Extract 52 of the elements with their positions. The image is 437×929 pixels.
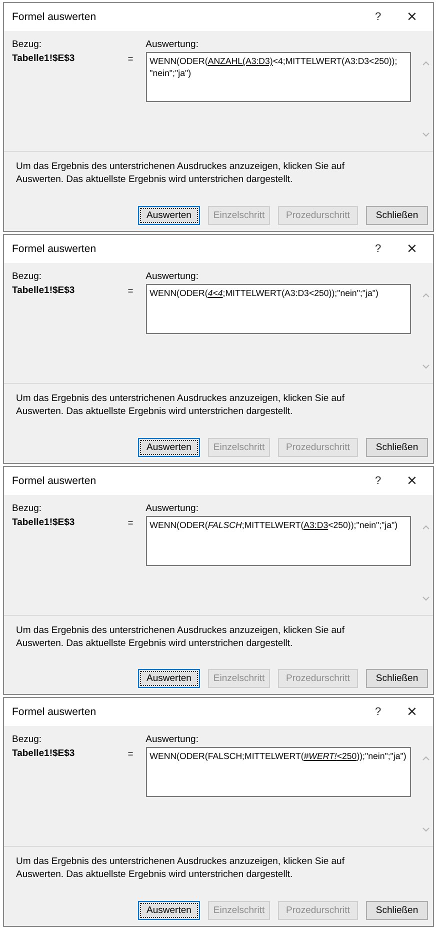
reference-value: Tabelle1!$E$3 — [12, 748, 76, 760]
dialog-button[interactable]: Auswerten — [138, 901, 200, 920]
dialog-button[interactable]: Schließen — [366, 438, 428, 456]
help-button[interactable]: ? — [361, 236, 395, 262]
help-button[interactable]: ? — [361, 699, 395, 726]
reference-value: Tabelle1!$E$3 — [12, 516, 76, 528]
reference-value: Tabelle1!$E$3 — [12, 284, 76, 296]
scroll-down-icon[interactable] — [422, 827, 430, 832]
window-title: Formel auswerten — [12, 474, 98, 486]
scroll-up-icon[interactable] — [422, 524, 430, 530]
reference-label: Bezug: — [12, 270, 43, 282]
dialog-button[interactable]: Auswerten — [138, 206, 200, 225]
instruction-text: Um das Ergebnis des unterstrichenen Ausdruckes anzuzeigen, klicken Sie auf Auswerten. Das aktuellste Ergebnis wird unterstrichen dargestellt. — [16, 855, 346, 882]
formula-field[interactable]: WENN(ODER(FALSCH;MITTELWERT(A3:D3<250));"nein";"ja") — [146, 516, 412, 566]
close-button[interactable]: × — [395, 468, 429, 494]
evaluation-label: Auswertung: — [146, 734, 200, 746]
evaluation-label: Auswertung: — [146, 502, 200, 514]
formula-field[interactable]: WENN(ODER(4<4;MITTELWERT(A3:D3<250));"nein";"ja") — [146, 284, 412, 334]
evaluation-label: Auswertung: — [146, 270, 200, 282]
equals-sign: = — [128, 286, 134, 299]
reference-value: Tabelle1!$E$3 — [12, 53, 76, 64]
instruction-text: Um das Ergebnis des unterstrichenen Ausdruckes anzuzeigen, klicken Sie auf Auswerten. Das aktuellste Ergebnis wird unterstrichen dargestellt. — [16, 160, 346, 186]
close-button[interactable]: × — [395, 4, 429, 30]
scroll-down-icon[interactable] — [422, 132, 430, 137]
window-title: Formel auswerten — [12, 242, 98, 255]
scroll-down-icon[interactable] — [422, 596, 430, 600]
instruction-text: Um das Ergebnis des unterstrichenen Ausdruckes anzuzeigen, klicken Sie auf Auswerten. Das aktuellste Ergebnis wird unterstrichen dargestellt. — [16, 392, 346, 418]
reference-label: Bezug: — [12, 734, 43, 746]
scroll-up-icon[interactable] — [422, 292, 430, 298]
dialog-button[interactable]: Schließen — [366, 206, 428, 225]
formula-field[interactable]: WENN(ODER(FALSCH;MITTELWERT(#WERT!<250));"nein";"ja") — [146, 747, 412, 798]
scroll-up-icon[interactable] — [422, 61, 430, 66]
reference-label: Bezug: — [12, 502, 43, 514]
window-title: Formel auswerten — [12, 706, 98, 718]
evaluation-label: Auswertung: — [146, 39, 200, 50]
equals-sign: = — [128, 749, 134, 762]
dialog-button[interactable]: Schließen — [366, 901, 428, 920]
window-title: Formel auswerten — [12, 11, 98, 23]
help-button[interactable]: ? — [361, 468, 395, 494]
help-button[interactable]: ? — [361, 4, 395, 30]
instruction-text: Um das Ergebnis des unterstrichenen Ausdruckes anzuzeigen, klicken Sie auf Auswerten. Das aktuellste Ergebnis wird unterstrichen dargestellt. — [16, 624, 346, 650]
scroll-down-icon[interactable] — [422, 364, 430, 369]
equals-sign: = — [128, 54, 134, 67]
reference-label: Bezug: — [12, 39, 43, 50]
formula-field[interactable]: WENN(ODER(ANZAHL(A3:D3)<4;MITTELWERT(A3:D3<250)); "nein";"ja") — [146, 52, 412, 102]
close-button[interactable]: × — [395, 236, 429, 262]
dialog-button[interactable]: Auswerten — [138, 438, 200, 456]
scroll-up-icon[interactable] — [422, 756, 430, 762]
dialog-button[interactable]: Auswerten — [138, 669, 200, 688]
dialog-button[interactable]: Schließen — [366, 669, 428, 688]
close-button[interactable]: × — [395, 699, 429, 726]
equals-sign: = — [128, 518, 134, 530]
